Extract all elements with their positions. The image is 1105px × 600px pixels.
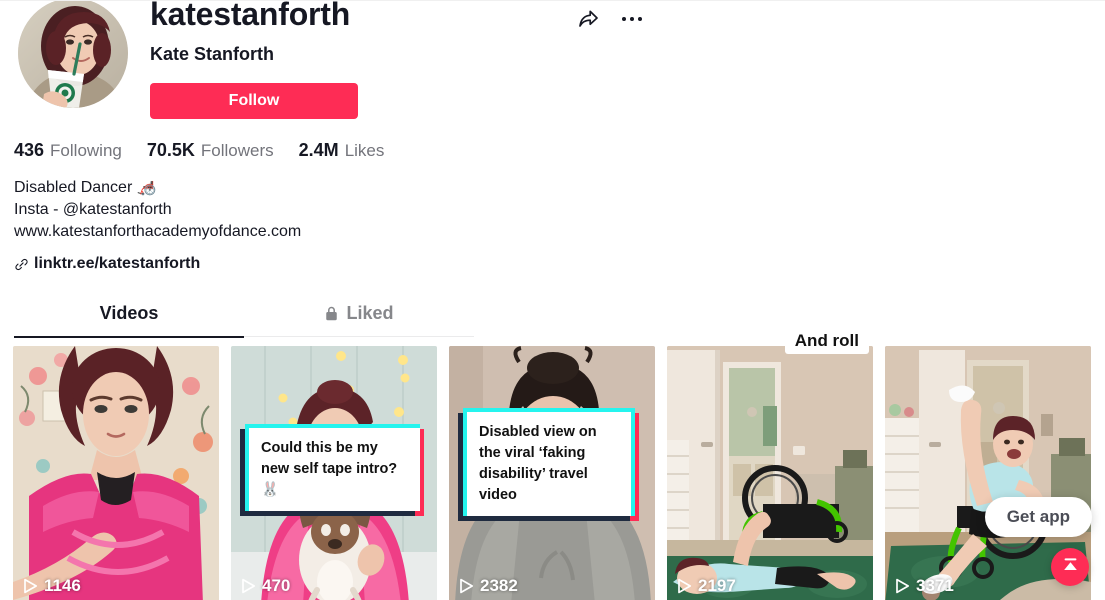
video-view-count: 3371 (895, 576, 954, 596)
view-count-label: 1146 (44, 576, 81, 595)
video-view-count: 1146 (23, 576, 81, 596)
stat-following[interactable]: 436 Following (14, 140, 122, 161)
play-icon (677, 578, 692, 594)
play-icon (241, 578, 256, 594)
video-thumbnail[interactable]: Could this be my new self tape intro? 🐰 (231, 346, 437, 600)
bio-line-2: Insta - @katestanforth (14, 201, 172, 218)
scroll-to-top-icon (1061, 555, 1080, 579)
video-card[interactable]: And roll 2197 (667, 328, 873, 600)
header-info: katestanforth Kate Stanforth Follow (150, 1, 1105, 119)
video-card[interactable]: Could this be my new self tape intro? 🐰 … (231, 346, 437, 600)
bio-line-1: Disabled Dancer 🦽 (14, 179, 157, 196)
avatar[interactable] (18, 1, 128, 108)
view-count-label: 3371 (916, 576, 954, 595)
followers-count: 70.5K (146, 140, 195, 160)
lock-icon (324, 305, 339, 322)
video-card[interactable]: Disabled view on the viral ‘faking disab… (449, 346, 655, 600)
tab-liked-label: Liked (346, 302, 394, 323)
stats-row: 436 Following 70.5K Followers 2.4M Likes (0, 140, 1105, 161)
more-dots (622, 17, 642, 21)
bio-link-label: linktr.ee/katestanforth (34, 255, 201, 272)
link-icon (14, 257, 29, 272)
profile-header: katestanforth Kate Stanforth Follow (0, 1, 1105, 131)
display-name: Kate Stanforth (150, 44, 275, 64)
following-count: 436 (14, 140, 45, 160)
profile-tabs: Videos Liked (14, 297, 474, 338)
video-grid: 1146 Could this be my new self tape intr… (0, 328, 1105, 600)
share-arrow-icon[interactable] (574, 5, 602, 33)
video-view-count: 2197 (677, 576, 736, 596)
follow-button[interactable]: Follow (150, 83, 358, 119)
view-count-label: 470 (262, 576, 291, 595)
video-view-count: 470 (241, 576, 290, 596)
play-icon (23, 578, 38, 594)
video-thumbnail[interactable] (13, 346, 219, 600)
play-icon (895, 578, 910, 594)
video-card[interactable]: 1146 (13, 346, 219, 600)
video-thumbnail[interactable]: Disabled view on the viral ‘faking disab… (449, 346, 655, 600)
followers-label: Followers (200, 141, 274, 160)
video-caption-pill: And roll (784, 328, 869, 354)
tab-videos[interactable]: Videos (14, 297, 244, 338)
tab-videos-label: Videos (99, 302, 159, 323)
more-options-icon[interactable] (618, 5, 646, 33)
header-actions (574, 5, 646, 33)
tab-liked[interactable]: Liked (244, 297, 474, 337)
get-app-button[interactable]: Get app (984, 497, 1092, 537)
likes-label: Likes (344, 141, 385, 160)
bio-link[interactable]: linktr.ee/katestanforth (14, 253, 1105, 275)
stat-followers[interactable]: 70.5K Followers (147, 140, 274, 161)
tiktok-profile-page: katestanforth Kate Stanforth Follow 436 (0, 0, 1105, 600)
play-icon (459, 578, 474, 594)
likes-count: 2.4M (298, 140, 339, 160)
following-label: Following (50, 141, 122, 160)
stat-likes: 2.4M Likes (299, 140, 385, 161)
video-view-count: 2382 (459, 576, 518, 596)
video-caption-overlay: Could this be my new self tape intro? 🐰 (245, 424, 420, 512)
view-count-label: 2197 (698, 576, 736, 595)
bio: Disabled Dancer 🦽 Insta - @katestanforth… (0, 177, 1105, 275)
scroll-to-top-button[interactable] (1051, 548, 1089, 586)
view-count-label: 2382 (480, 576, 518, 595)
video-caption-overlay: Disabled view on the viral ‘faking disab… (463, 408, 635, 517)
bio-line-3: www.katestanforthacademyofdance.com (14, 223, 302, 240)
video-thumbnail[interactable] (667, 346, 873, 600)
